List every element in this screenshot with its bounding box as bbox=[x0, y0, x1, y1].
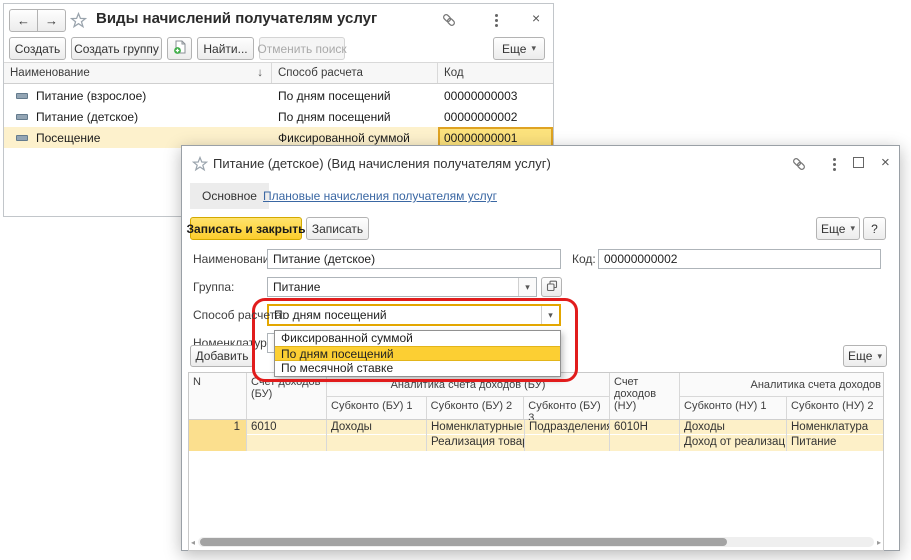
method-dropdown-list[interactable]: Фиксированной суммой По дням посещений П… bbox=[274, 330, 561, 377]
get-link-icon[interactable] bbox=[790, 155, 808, 173]
scroll-left-icon[interactable]: ◂ bbox=[191, 538, 195, 547]
form-more-button[interactable]: Еще▾ bbox=[816, 217, 860, 240]
accounts-table-header: N Счет доходов (БУ) Аналитика счета дохо… bbox=[189, 373, 883, 420]
save-and-close-button[interactable]: Записать и закрыть bbox=[190, 217, 302, 240]
method-dropdown-icon[interactable]: ▾ bbox=[541, 306, 559, 324]
open-form-icon bbox=[546, 280, 558, 295]
chevron-down-icon: ▾ bbox=[531, 43, 536, 54]
list-more-button[interactable]: Еще▾ bbox=[493, 37, 545, 60]
code-field-label: Код: bbox=[572, 252, 596, 266]
list-window-title: Виды начислений получателям услуг bbox=[96, 10, 377, 27]
list-table-header[interactable]: Наименование↓ Способ расчета Код bbox=[4, 62, 553, 84]
dropdown-option[interactable]: По месячной ставке bbox=[275, 361, 560, 376]
tab-planned-accruals[interactable]: Плановые начисления получателям услуг bbox=[263, 189, 497, 203]
favorite-star-icon[interactable] bbox=[191, 155, 209, 173]
forward-arrow-icon: → bbox=[45, 13, 58, 28]
group-combobox[interactable]: Питание ▾ bbox=[267, 277, 537, 297]
table-row[interactable]: Питание (взрослое) По дням посещений 000… bbox=[4, 85, 553, 106]
method-combobox[interactable]: По дням посещений ▾ bbox=[267, 304, 561, 326]
table-row[interactable]: Питание (детское) По дням посещений 0000… bbox=[4, 106, 553, 127]
help-button[interactable]: ? bbox=[863, 217, 886, 240]
scroll-right-icon[interactable]: ▸ bbox=[877, 538, 881, 547]
maximize-icon[interactable] bbox=[853, 157, 864, 168]
close-icon[interactable]: × bbox=[881, 154, 890, 171]
horizontal-scrollbar[interactable]: ◂ ▸ bbox=[191, 536, 881, 548]
create-button[interactable]: Создать bbox=[9, 37, 66, 60]
cancel-search-button: Отменить поиск bbox=[259, 37, 345, 60]
catalog-item-icon bbox=[16, 135, 28, 141]
dropdown-option-selected[interactable]: По дням посещений bbox=[275, 346, 560, 361]
close-icon[interactable]: × bbox=[532, 10, 540, 26]
dropdown-option[interactable]: Фиксированной суммой bbox=[275, 331, 560, 346]
name-field[interactable]: Питание (детское) bbox=[267, 249, 561, 269]
form-window: Питание (детское) (Вид начисления получа… bbox=[181, 145, 900, 551]
create-copy-button[interactable] bbox=[167, 37, 192, 60]
column-header-name[interactable]: Наименование↓ bbox=[4, 63, 272, 83]
new-document-icon bbox=[173, 40, 187, 58]
get-link-icon[interactable] bbox=[440, 11, 458, 29]
catalog-item-icon bbox=[16, 114, 28, 120]
accounts-table[interactable]: N Счет доходов (БУ) Аналитика счета дохо… bbox=[188, 372, 884, 551]
chevron-down-icon: ▾ bbox=[877, 351, 882, 362]
group-dropdown-icon[interactable]: ▾ bbox=[518, 278, 536, 296]
sort-desc-icon: ↓ bbox=[257, 67, 263, 79]
save-button[interactable]: Записать bbox=[306, 217, 369, 240]
window-menu-icon[interactable] bbox=[827, 156, 841, 172]
create-group-button[interactable]: Создать группу bbox=[71, 37, 162, 60]
table-more-button[interactable]: Еще▾ bbox=[843, 345, 887, 367]
nav-back-button[interactable]: ← bbox=[9, 9, 38, 32]
method-field-label: Способ расчета: bbox=[193, 308, 285, 322]
back-arrow-icon: ← bbox=[17, 13, 30, 28]
accounts-table-row[interactable]: 1 6010 Доходы Номенклатурные г…Реализаци… bbox=[189, 420, 883, 451]
find-button[interactable]: Найти... bbox=[197, 37, 254, 60]
add-row-button[interactable]: Добавить bbox=[190, 345, 254, 367]
group-open-button[interactable] bbox=[541, 277, 562, 297]
chevron-down-icon: ▾ bbox=[850, 223, 855, 234]
tab-main[interactable]: Основное bbox=[190, 183, 269, 209]
form-window-title: Питание (детское) (Вид начисления получа… bbox=[213, 156, 551, 171]
nav-forward-button[interactable]: → bbox=[37, 9, 66, 32]
window-menu-icon[interactable] bbox=[489, 12, 503, 28]
column-header-method[interactable]: Способ расчета bbox=[272, 63, 438, 83]
column-header-code[interactable]: Код bbox=[438, 63, 553, 83]
favorite-star-icon[interactable] bbox=[68, 10, 88, 30]
scrollbar-thumb[interactable] bbox=[200, 538, 727, 546]
catalog-item-icon bbox=[16, 93, 28, 99]
group-field-label: Группа: bbox=[193, 280, 234, 294]
code-field[interactable]: 00000000002 bbox=[598, 249, 881, 269]
